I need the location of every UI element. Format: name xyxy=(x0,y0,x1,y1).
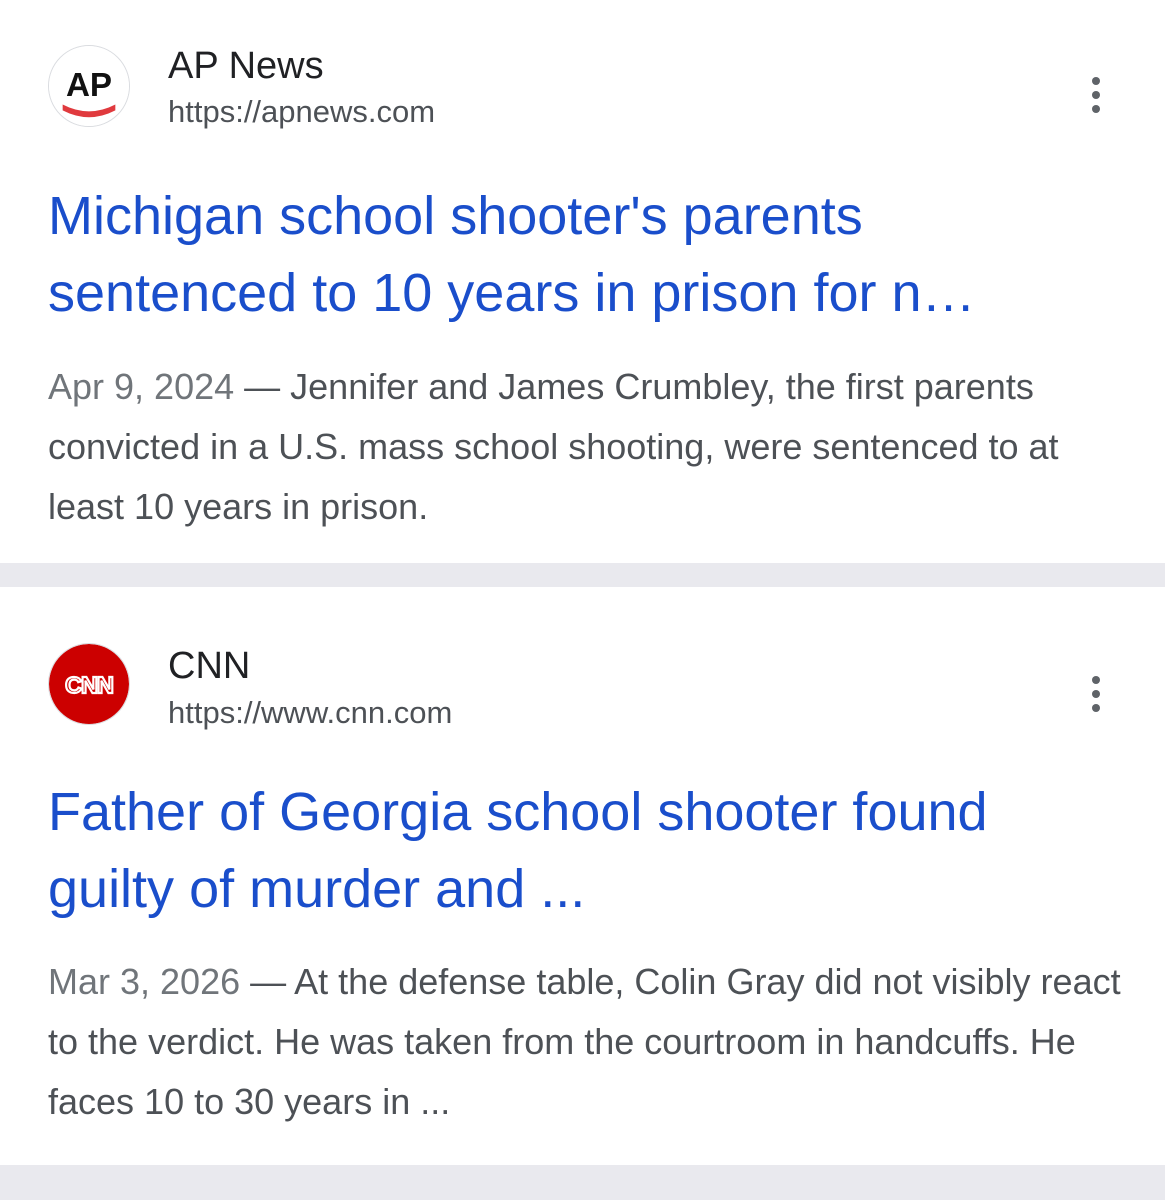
result-source-row[interactable]: CNN CNN https://www.cnn.com xyxy=(0,587,1165,730)
more-vert-icon xyxy=(1092,676,1100,684)
result-snippet: Apr 9, 2024 — Jennifer and James Crumble… xyxy=(48,357,1128,537)
result-title-line: guilty of murder and ... xyxy=(48,859,586,919)
result-date: Mar 3, 2026 xyxy=(48,961,241,1002)
search-result-card: CNN CNN https://www.cnn.com Father of Ge… xyxy=(0,587,1165,1165)
result-snippet: Mar 3, 2026 — At the defense table, Coli… xyxy=(48,952,1128,1132)
result-date: Apr 9, 2024 xyxy=(48,366,235,407)
source-url: https://www.cnn.com xyxy=(168,695,453,730)
ap-logo-text: AP xyxy=(66,67,112,104)
result-title-link[interactable]: Michigan school shooter's parents senten… xyxy=(48,178,1128,332)
cnn-logo-text: CNN xyxy=(65,672,113,698)
search-results: AP AP News https://apnews.com Michigan s… xyxy=(0,0,1165,1200)
source-name: AP News xyxy=(168,45,324,87)
result-title-link[interactable]: Father of Georgia school shooter found g… xyxy=(48,774,1128,928)
source-name: CNN xyxy=(168,645,251,687)
snippet-separator: — xyxy=(240,961,295,1002)
cnn-logo-icon: CNN xyxy=(48,643,130,725)
source-url: https://apnews.com xyxy=(168,94,436,129)
result-title-line: Father of Georgia school shooter found xyxy=(48,782,988,842)
more-vert-icon xyxy=(1092,77,1100,85)
result-title-line: Michigan school shooter's parents xyxy=(48,186,863,246)
snippet-separator: — xyxy=(234,366,291,407)
ap-logo-icon: AP xyxy=(48,45,130,127)
result-divider xyxy=(0,1165,1165,1200)
search-result-card: AP AP News https://apnews.com Michigan s… xyxy=(0,0,1165,563)
result-divider xyxy=(0,563,1165,587)
result-source-row[interactable]: AP AP News https://apnews.com xyxy=(0,0,1165,140)
more-options-button[interactable] xyxy=(1076,70,1116,120)
result-title-line: sentenced to 10 years in prison for n… xyxy=(48,263,976,323)
more-options-button[interactable] xyxy=(1076,669,1116,719)
